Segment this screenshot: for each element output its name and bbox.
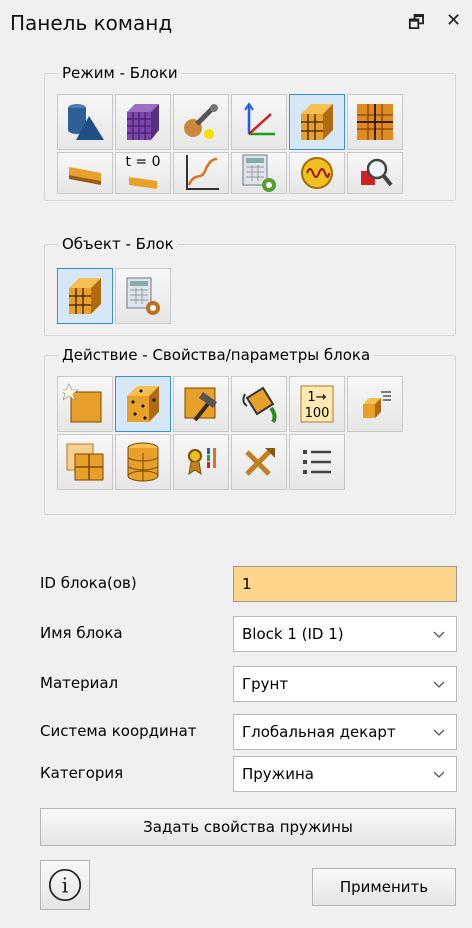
mode-interface-button[interactable]	[57, 152, 113, 194]
cylinder-icon	[127, 442, 159, 482]
action-layers-button[interactable]	[57, 434, 113, 490]
action-hammer-button[interactable]	[173, 376, 229, 432]
block-ids-label: ID блока(ов)	[40, 574, 137, 592]
object-block-button[interactable]	[57, 268, 113, 324]
object-group-label: Объект - Блок	[59, 234, 177, 254]
tzero-label: t = 0	[125, 154, 160, 170]
block-ids-value: 1	[242, 575, 252, 593]
mode-axes-button[interactable]	[231, 94, 287, 150]
info-button[interactable]: i	[40, 860, 90, 910]
primitives-icon	[68, 104, 104, 140]
chart-icon	[186, 155, 219, 190]
action-fill-button[interactable]	[231, 376, 287, 432]
info-icon-glyph: i	[62, 874, 69, 898]
mode-inspect-button[interactable]	[347, 152, 403, 194]
mode-grid-button[interactable]	[347, 94, 403, 150]
block-ids-input[interactable]: 1	[233, 566, 457, 602]
material-label: Материал	[40, 674, 119, 692]
coord-system-select[interactable]: Глобальная декарт	[233, 714, 457, 750]
category-value: Пружина	[242, 765, 314, 783]
action-cylinder-button[interactable]	[115, 434, 171, 490]
wave-icon	[301, 157, 333, 189]
block-name-row: Имя блока Block 1 (ID 1)	[40, 616, 457, 652]
tools-cross-icon	[245, 448, 275, 476]
block-list-icon	[363, 391, 391, 418]
range-icon: 1→ 100	[300, 385, 334, 423]
action-vertices-button[interactable]	[115, 376, 171, 432]
range-top-label: 1→	[307, 390, 326, 405]
material-select[interactable]: Грунт	[233, 666, 457, 702]
action-block-list-button[interactable]	[347, 376, 403, 432]
mode-initial-state-button[interactable]: t = 0	[115, 152, 171, 194]
block-name-select[interactable]: Block 1 (ID 1)	[233, 616, 457, 652]
block-name-label: Имя блока	[40, 624, 123, 642]
mode-chart-button[interactable]	[173, 152, 229, 194]
category-label: Категория	[40, 764, 124, 782]
mode-group: Режим - Блоки t = 0	[44, 63, 456, 201]
category-select[interactable]: Пружина	[233, 756, 457, 792]
action-create-button[interactable]	[57, 376, 113, 432]
label-icon	[188, 448, 216, 476]
calculator-gear-icon	[242, 154, 276, 192]
tools-icon	[184, 104, 218, 139]
chevron-down-icon	[433, 681, 445, 688]
chevron-down-icon	[433, 771, 445, 778]
coord-system-value: Глобальная декарт	[242, 723, 396, 741]
material-value: Грунт	[242, 675, 289, 693]
coord-system-label: Система координат	[40, 722, 197, 740]
material-row: Материал Грунт	[40, 666, 457, 702]
block-name-value: Block 1 (ID 1)	[242, 625, 344, 643]
panel-titlebar: Панель команд 🗗 ✕	[0, 0, 472, 46]
axes-icon	[244, 102, 275, 136]
inspect-icon	[361, 158, 393, 187]
panel-title: Панель команд	[10, 11, 173, 35]
interface-icon	[69, 167, 101, 185]
chevron-down-icon	[433, 729, 445, 736]
paint-bucket-icon	[242, 386, 277, 424]
mode-group-label: Режим - Блоки	[59, 63, 181, 83]
mode-blocks-button[interactable]	[289, 94, 345, 150]
coord-system-row: Система координат Глобальная декарт	[40, 714, 457, 750]
action-range-button[interactable]: 1→ 100	[289, 376, 345, 432]
mode-dynamic-button[interactable]	[289, 152, 345, 194]
object-group: Объект - Блок	[44, 234, 456, 336]
action-tools-button[interactable]	[231, 434, 287, 490]
info-icon: i	[48, 868, 82, 902]
block-vertices-icon	[127, 386, 159, 422]
grid-icon	[357, 104, 393, 140]
mode-tools-button[interactable]	[173, 94, 229, 150]
chevron-down-icon	[433, 631, 445, 638]
action-list-button[interactable]	[289, 434, 345, 490]
block-cube-icon	[301, 104, 333, 140]
initial-state-icon: t = 0	[125, 154, 161, 189]
close-icon[interactable]: ✕	[446, 10, 461, 31]
mesh-block-icon	[127, 104, 159, 140]
hammer-icon	[184, 387, 217, 422]
list-icon	[303, 450, 331, 474]
layers-icon	[66, 443, 104, 481]
float-window-icon[interactable]: 🗗	[408, 10, 425, 40]
mode-mesh-button[interactable]	[115, 94, 171, 150]
mode-primitives-button[interactable]	[57, 94, 113, 150]
set-spring-properties-button[interactable]: Задать свойства пружины	[40, 808, 456, 846]
apply-button[interactable]: Применить	[312, 868, 456, 906]
category-row: Категория Пружина	[40, 756, 457, 792]
block-cube-icon	[69, 278, 101, 314]
new-block-icon	[63, 383, 102, 423]
action-group-label: Действие - Свойства/параметры блока	[59, 345, 374, 365]
block-ids-row: ID блока(ов) 1	[40, 566, 457, 602]
action-label-button[interactable]	[173, 434, 229, 490]
mode-calculator-button[interactable]	[231, 152, 287, 194]
range-bottom-label: 100	[305, 406, 330, 421]
object-calculator-button[interactable]	[115, 268, 171, 324]
calculator-gear-icon	[126, 277, 160, 315]
action-group: Действие - Свойства/параметры блока 1→ 1…	[44, 345, 456, 515]
